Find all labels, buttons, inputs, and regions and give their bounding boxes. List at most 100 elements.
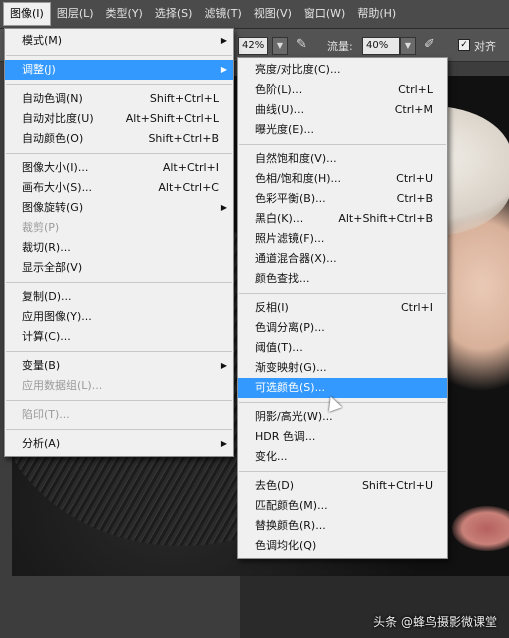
adjust-menu-item-label: 可选颜色(S)... xyxy=(255,381,326,394)
adjust-menu-item-shortcut: Ctrl+I xyxy=(400,301,433,314)
image-menu: 模式(M) ▶ 调整(J) ▶ 自动色调(N) Shift+Ctrl+L 自动对比度(U) A… xyxy=(4,28,234,457)
menu-separator xyxy=(6,351,232,352)
adjust-menu-item[interactable]: 自然饱和度(V)... xyxy=(238,149,447,169)
image-menu-item[interactable]: 复制(D)... xyxy=(5,287,233,307)
image-menu-item-label: 复制(D)... xyxy=(22,290,72,303)
adjust-menu-item-shortcut: Ctrl+U xyxy=(396,172,433,185)
menu-select[interactable]: 选择(S) xyxy=(149,3,199,25)
image-menu-item[interactable]: 自动对比度(U) Alt+Shift+Ctrl+L xyxy=(5,109,233,129)
submenu-arrow-icon: ▶ xyxy=(220,361,227,370)
adjust-menu-item-label: 阴影/高光(W)... xyxy=(255,410,333,423)
image-menu-item[interactable]: 图像旋转(G) ▶ xyxy=(5,198,233,218)
adjust-menu-item[interactable]: 色相/饱和度(H)... Ctrl+U xyxy=(238,169,447,189)
adjust-menu-item[interactable]: 反相(I) Ctrl+I xyxy=(238,298,447,318)
adjust-menu-item[interactable]: 渐变映射(G)... xyxy=(238,358,447,378)
adjust-menu-item[interactable]: 阈值(T)... xyxy=(238,338,447,358)
adjust-menu-item-label: 阈值(T)... xyxy=(255,341,303,354)
menu-view[interactable]: 视图(V) xyxy=(248,3,298,25)
adjust-menu-item[interactable]: 变化... xyxy=(238,447,447,467)
adjust-menu-item[interactable]: 照片滤镜(F)... xyxy=(238,229,447,249)
menu-separator xyxy=(6,282,232,283)
adjust-menu-item-label: 反相(I) xyxy=(255,301,289,314)
image-menu-item-label: 应用图像(Y)... xyxy=(22,310,92,323)
adjust-menu-item[interactable]: 颜色查找... xyxy=(238,269,447,289)
adjust-menu-item[interactable]: 色调分离(P)... xyxy=(238,318,447,338)
image-menu-item-shortcut: Alt+Shift+Ctrl+L xyxy=(125,112,219,125)
adjust-menu-item-label: 渐变映射(G)... xyxy=(255,361,327,374)
adjust-menu-item[interactable]: HDR 色调... xyxy=(238,427,447,447)
image-menu-item[interactable]: 计算(C)... xyxy=(5,327,233,347)
flow-field[interactable]: 40% xyxy=(362,37,400,55)
image-menu-item-shortcut: Alt+Ctrl+C xyxy=(158,181,219,194)
adjust-menu-item[interactable]: 替换颜色(R)... xyxy=(238,516,447,536)
adjustments-submenu: 亮度/对比度(C)... 色阶(L)... Ctrl+L 曲线(U)... Ctrl+M… xyxy=(237,57,448,559)
adjust-menu-item[interactable]: 色阶(L)... Ctrl+L xyxy=(238,80,447,100)
submenu-arrow-icon: ▶ xyxy=(220,439,227,448)
adjust-menu-item[interactable]: 去色(D) Shift+Ctrl+U xyxy=(238,476,447,496)
adjust-menu-item-label: 色调分离(P)... xyxy=(255,321,325,334)
adjust-menu-item-label: 色彩平衡(B)... xyxy=(255,192,326,205)
image-menu-item[interactable]: 调整(J) ▶ xyxy=(5,60,233,80)
menu-image[interactable]: 图像(I) xyxy=(3,2,51,26)
adjust-menu-item-shortcut: Ctrl+L xyxy=(398,83,433,96)
submenu-arrow-icon: ▶ xyxy=(220,203,227,212)
adjust-menu-item[interactable]: 色调均化(Q) xyxy=(238,536,447,556)
adjust-menu-item-label: 变化... xyxy=(255,450,288,463)
menu-separator xyxy=(239,402,446,403)
image-menu-item-label: 变量(B) xyxy=(22,359,61,372)
image-menu-item-label: 模式(M) xyxy=(22,34,63,47)
adjust-menu-item-label: 色调均化(Q) xyxy=(255,539,317,552)
image-menu-item-label: 计算(C)... xyxy=(22,330,71,343)
image-menu-item-label: 分析(A) xyxy=(22,437,61,450)
airbrush-icon[interactable]: ✐ xyxy=(424,37,435,52)
image-menu-item[interactable]: 自动色调(N) Shift+Ctrl+L xyxy=(5,89,233,109)
pressure-opacity-icon[interactable]: ✎ xyxy=(296,37,307,52)
adjust-menu-item-label: 黑白(K)... xyxy=(255,212,304,225)
adjust-menu-item-shortcut: Alt+Shift+Ctrl+B xyxy=(338,212,433,225)
image-menu-item-label: 自动色调(N) xyxy=(22,92,83,105)
image-menu-item[interactable]: 分析(A) ▶ xyxy=(5,434,233,454)
adjust-menu-item[interactable]: 曲线(U)... Ctrl+M xyxy=(238,100,447,120)
adjust-menu-item[interactable]: 黑白(K)... Alt+Shift+Ctrl+B xyxy=(238,209,447,229)
image-menu-item-label: 裁剪(P) xyxy=(22,221,60,234)
image-menu-item[interactable]: 裁切(R)... xyxy=(5,238,233,258)
adjust-menu-item[interactable]: 曝光度(E)... xyxy=(238,120,447,140)
image-menu-item: 应用数据组(L)... xyxy=(5,376,233,396)
adjust-menu-item[interactable]: 通道混合器(X)... xyxy=(238,249,447,269)
adjust-menu-item-shortcut: Ctrl+B xyxy=(396,192,433,205)
menu-separator xyxy=(6,400,232,401)
adjust-menu-item-label: HDR 色调... xyxy=(255,430,316,443)
menu-type[interactable]: 类型(Y) xyxy=(100,3,149,25)
menu-separator xyxy=(6,153,232,154)
adjust-menu-item[interactable]: 可选颜色(S)... xyxy=(238,378,447,398)
menu-separator xyxy=(239,293,446,294)
image-menu-item[interactable]: 变量(B) ▶ xyxy=(5,356,233,376)
menu-help[interactable]: 帮助(H) xyxy=(351,3,402,25)
image-menu-item[interactable]: 画布大小(S)... Alt+Ctrl+C xyxy=(5,178,233,198)
image-menu-item[interactable]: 应用图像(Y)... xyxy=(5,307,233,327)
opacity-field[interactable]: 42% xyxy=(238,37,268,55)
adjust-menu-item[interactable]: 色彩平衡(B)... Ctrl+B xyxy=(238,189,447,209)
image-menu-item[interactable]: 自动颜色(O) Shift+Ctrl+B xyxy=(5,129,233,149)
flow-dropdown-icon[interactable]: ▼ xyxy=(400,37,416,55)
adjust-menu-item[interactable]: 匹配颜色(M)... xyxy=(238,496,447,516)
menu-window[interactable]: 窗口(W) xyxy=(298,3,351,25)
menu-separator xyxy=(6,429,232,430)
menu-separator xyxy=(239,471,446,472)
menu-filter[interactable]: 滤镜(T) xyxy=(198,3,247,25)
adjust-menu-item[interactable]: 亮度/对比度(C)... xyxy=(238,60,447,80)
image-menu-item[interactable]: 模式(M) ▶ xyxy=(5,31,233,51)
image-menu-item-shortcut: Shift+Ctrl+L xyxy=(149,92,219,105)
adjust-menu-item-label: 照片滤镜(F)... xyxy=(255,232,325,245)
menu-separator xyxy=(6,55,232,56)
menu-separator xyxy=(6,84,232,85)
menu-layer[interactable]: 图层(L) xyxy=(51,3,100,25)
image-menu-item-label: 自动颜色(O) xyxy=(22,132,84,145)
image-menu-item-label: 显示全部(V) xyxy=(22,261,83,274)
image-menu-item[interactable]: 显示全部(V) xyxy=(5,258,233,278)
adjust-menu-item-label: 匹配颜色(M)... xyxy=(255,499,328,512)
image-menu-item[interactable]: 图像大小(I)... Alt+Ctrl+I xyxy=(5,158,233,178)
opacity-dropdown-icon[interactable]: ▼ xyxy=(272,37,288,55)
align-checkbox[interactable]: ✓ xyxy=(458,39,470,51)
adjust-menu-item[interactable]: 阴影/高光(W)... xyxy=(238,407,447,427)
